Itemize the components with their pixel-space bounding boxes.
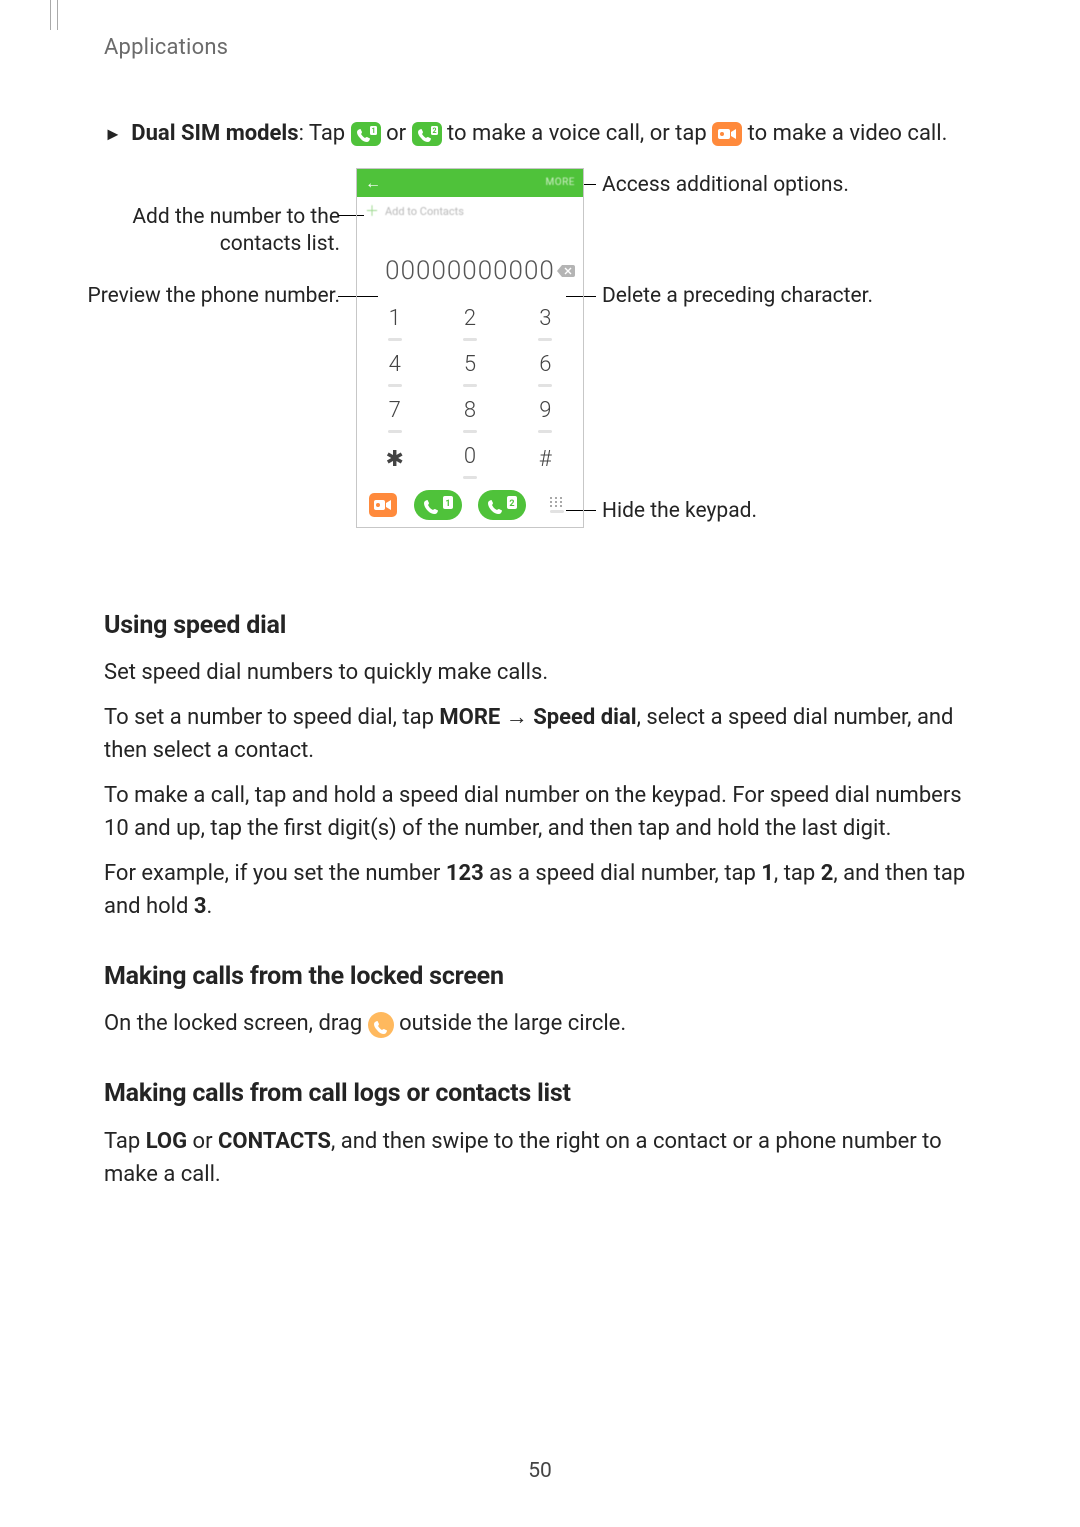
callout-hide-keypad: Hide the keypad.	[602, 498, 922, 525]
intro-text-2: to make a voice call, or tap	[442, 121, 713, 146]
intro-bold: Dual SIM models	[131, 121, 298, 146]
svg-text:2: 2	[510, 499, 515, 509]
more-label[interactable]: MORE	[546, 176, 575, 191]
phone-drag-icon	[368, 1012, 394, 1038]
page-header: Applications	[104, 35, 228, 60]
intro-paragraph: ► Dual SIM models: Tap 1 or 2 to make a …	[104, 118, 980, 150]
keypad-grid-icon	[550, 497, 564, 507]
add-to-contacts-label: Add to Contacts	[385, 204, 464, 220]
video-call-icon	[712, 122, 742, 146]
key-5[interactable]: 5	[432, 345, 507, 391]
speed-dial-p2: To set a number to speed dial, tap MORE …	[104, 701, 980, 767]
speed-dial-p3: To make a call, tap and hold a speed dia…	[104, 779, 980, 845]
call-sim1-icon: 1	[351, 122, 381, 146]
call-sim1-button[interactable]: 1	[414, 490, 462, 520]
number-display: 00000000000	[357, 227, 583, 299]
svg-text:1: 1	[371, 127, 375, 135]
page-content: ► Dual SIM models: Tap 1 or 2 to make a …	[104, 118, 980, 1203]
back-arrow-icon[interactable]: ←	[365, 171, 381, 194]
intro-text-1: : Tap	[299, 121, 351, 146]
svg-text:2: 2	[432, 127, 436, 135]
heading-call-logs: Making calls from call logs or contacts …	[104, 1076, 980, 1112]
entered-number: 00000000000	[385, 253, 555, 291]
dialer-bottombar: 1 2	[357, 483, 583, 527]
page-number: 50	[0, 1459, 1080, 1483]
key-7[interactable]: 7	[357, 391, 432, 437]
key-6[interactable]: 6	[508, 345, 583, 391]
intro-text-or: or	[381, 121, 412, 146]
key-hash[interactable]: #	[508, 437, 583, 483]
heading-locked-screen: Making calls from the locked screen	[104, 959, 980, 995]
key-star[interactable]: ✱	[357, 437, 432, 483]
add-to-contacts-row[interactable]: ＋ Add to Contacts	[357, 197, 583, 227]
video-call-button[interactable]	[369, 493, 397, 517]
logs-p1: Tap LOG or CONTACTS, and then swipe to t…	[104, 1125, 980, 1191]
tab-marker	[50, 0, 58, 30]
dialer-figure: Add the number to the contacts list. Pre…	[104, 168, 980, 568]
key-0[interactable]: 0	[432, 437, 507, 483]
dialer-topbar: ← MORE	[357, 169, 583, 197]
callout-more-options: Access additional options.	[602, 172, 922, 199]
speed-dial-p1: Set speed dial numbers to quickly make c…	[104, 656, 980, 689]
call-sim2-button[interactable]: 2	[478, 490, 526, 520]
key-9[interactable]: 9	[508, 391, 583, 437]
intro-text-3: to make a video call.	[742, 121, 947, 146]
callout-preview-number: Preview the phone number.	[60, 283, 340, 310]
key-1[interactable]: 1	[357, 299, 432, 345]
bullet-icon: ►	[104, 124, 122, 145]
key-8[interactable]: 8	[432, 391, 507, 437]
key-2[interactable]: 2	[432, 299, 507, 345]
callout-add-contacts: Add the number to the contacts list.	[100, 204, 340, 259]
callout-delete-char: Delete a preceding character.	[602, 283, 922, 310]
keypad: 1 2 3 4 5 6 7 8 9 ✱ 0 #	[357, 299, 583, 483]
key-3[interactable]: 3	[508, 299, 583, 345]
plus-icon: ＋	[365, 202, 379, 222]
locked-p1: On the locked screen, drag outside the l…	[104, 1007, 980, 1040]
key-4[interactable]: 4	[357, 345, 432, 391]
hide-keypad-button[interactable]	[543, 491, 571, 519]
dialer-mockup: ← MORE ＋ Add to Contacts 00000000000 1 2…	[356, 168, 584, 528]
speed-dial-p4: For example, if you set the number 123 a…	[104, 857, 980, 923]
heading-speed-dial: Using speed dial	[104, 608, 980, 644]
backspace-icon[interactable]	[557, 255, 575, 287]
call-sim2-icon: 2	[412, 122, 442, 146]
svg-text:1: 1	[445, 499, 450, 509]
